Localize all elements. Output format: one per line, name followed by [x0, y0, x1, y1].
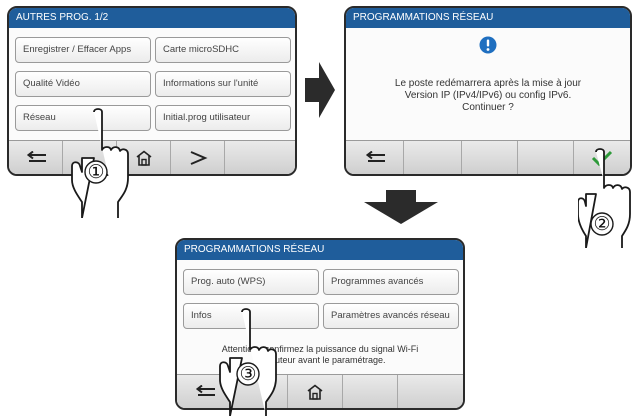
bar-slot-5 [398, 375, 463, 408]
back-icon [26, 150, 46, 162]
bar-slot-5 [225, 141, 295, 174]
home-button[interactable] [288, 375, 343, 408]
button-programmes-avances[interactable]: Programmes avancés [323, 269, 459, 295]
home-icon [136, 149, 151, 166]
next-button[interactable] [171, 141, 225, 174]
button-carte-microsdhc[interactable]: Carte microSDHC [155, 37, 291, 63]
step-1-number: ① [87, 161, 105, 183]
back-icon [195, 384, 215, 396]
back-icon [365, 150, 385, 162]
hand-pointer-icon [219, 308, 277, 416]
arrow-right-icon [305, 62, 335, 118]
screen1-title: AUTRES PROG. 1/2 [9, 8, 295, 28]
bar-slot-4 [518, 141, 574, 174]
bar-slot-2 [404, 141, 462, 174]
bar-slot-3 [462, 141, 518, 174]
button-parametres-avances-reseau[interactable]: Paramètres avancés réseau [323, 303, 459, 329]
screen1-bottom-bar [9, 140, 295, 174]
screen-autres-prog: AUTRES PROG. 1/2 Enregistrer / Effacer A… [7, 6, 297, 176]
back-button[interactable] [346, 141, 404, 174]
bar-slot-4 [343, 375, 398, 408]
home-icon [307, 383, 323, 400]
confirm-message-line-1: Le poste redémarrera après la mise à jou… [394, 78, 582, 89]
screen3-title: PROGRAMMATIONS RÉSEAU [177, 240, 463, 260]
button-prog-auto-wps[interactable]: Prog. auto (WPS) [183, 269, 319, 295]
screen2-title: PROGRAMMATIONS RÉSEAU [346, 8, 630, 28]
next-icon [190, 150, 208, 165]
button-qualite-video[interactable]: Qualité Vidéo [15, 71, 151, 97]
screen1-content: Enregistrer / Effacer Apps Carte microSD… [9, 28, 295, 141]
button-informations-unite[interactable]: Informations sur l'unité [155, 71, 291, 97]
button-enregistrer-effacer-apps[interactable]: Enregistrer / Effacer Apps [15, 37, 151, 63]
confirm-message: Le poste redémarrera après la mise à jou… [346, 78, 630, 114]
confirm-message-line-3: Continuer ? [462, 102, 514, 113]
alert-icon [479, 36, 497, 54]
button-initial-prog-utilisateur[interactable]: Initial.prog utilisateur [155, 105, 291, 131]
step-2-number: ② [593, 213, 611, 235]
step-3-number: ③ [239, 363, 257, 385]
confirm-message-line-2: Version IP (IPv4/IPv6) ou config IPv6. [404, 90, 572, 101]
screen2-content: Le poste redémarrera après la mise à jou… [346, 28, 630, 141]
arrow-down-icon [364, 190, 438, 224]
back-button[interactable] [9, 141, 63, 174]
